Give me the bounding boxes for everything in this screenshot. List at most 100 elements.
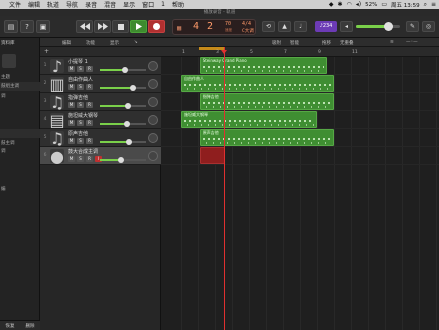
mute-button[interactable]: M xyxy=(68,102,75,108)
toolbar-button[interactable]: ▣ xyxy=(36,20,50,33)
track-volume-fader[interactable] xyxy=(100,85,146,91)
mute-button[interactable]: M xyxy=(68,156,75,162)
library-item[interactable]: 调 xyxy=(1,93,6,99)
menu-mix[interactable]: 混音 xyxy=(104,0,116,9)
library-item[interactable]: 鼓主调 xyxy=(1,140,15,146)
waveform-zoom-icon[interactable]: ≋ xyxy=(390,40,394,45)
pan-knob[interactable] xyxy=(148,115,158,125)
menu-record[interactable]: 录音 xyxy=(85,0,97,9)
add-track-icon[interactable]: + xyxy=(44,48,49,55)
timeline-ruler[interactable]: 1 3 5 7 9 11 xyxy=(161,47,439,57)
playhead[interactable] xyxy=(224,47,225,330)
audio-region[interactable] xyxy=(199,147,226,164)
menu-help[interactable]: 帮助 xyxy=(172,0,184,9)
pan-knob[interactable] xyxy=(148,133,158,143)
menu-one[interactable]: 1 xyxy=(161,1,165,8)
record-enable-button[interactable]: R xyxy=(86,120,93,126)
pan-knob[interactable] xyxy=(148,97,158,107)
snap-select[interactable]: 智能 xyxy=(290,40,299,46)
view-menu[interactable]: 显示 xyxy=(110,40,119,46)
battery-icon[interactable]: ▭ xyxy=(381,1,387,8)
track-volume-knob[interactable] xyxy=(124,103,131,109)
track-header[interactable]: 1 ♪ 小提琴 1 M S R xyxy=(40,57,161,76)
record-button[interactable] xyxy=(148,20,165,33)
track-volume-fader[interactable] xyxy=(100,121,146,127)
menu-view[interactable]: 显示 xyxy=(123,0,135,9)
loop-browser-button[interactable]: ◎ xyxy=(422,21,435,32)
piano-icon[interactable]: ▤ xyxy=(49,111,64,130)
menu-navigate[interactable]: 导航 xyxy=(66,0,78,9)
track-volume-fader[interactable] xyxy=(100,139,146,145)
revert-button[interactable]: 恢复 xyxy=(6,323,15,329)
delete-button[interactable]: 删除 xyxy=(26,323,35,329)
record-enable-button[interactable]: R xyxy=(86,84,93,90)
solo-button[interactable]: S xyxy=(77,138,84,144)
library-item[interactable]: 编 xyxy=(1,186,6,192)
rewind-button[interactable] xyxy=(76,20,93,33)
arrange-area[interactable]: 1 3 5 7 9 11 Steinway Grand Piano 自由作曲人 指弹吉他 施坦威… xyxy=(161,47,439,330)
guitar-icon[interactable]: ♫ xyxy=(50,129,64,148)
menu-edit[interactable]: 编辑 xyxy=(28,0,40,9)
track-volume-knob[interactable] xyxy=(122,67,129,73)
record-enable-button[interactable]: R xyxy=(86,102,93,108)
search-icon[interactable]: ⌕ xyxy=(424,1,427,9)
mute-button[interactable]: M xyxy=(68,120,75,126)
track-name[interactable]: 指弹吉他 xyxy=(68,94,88,101)
wifi-icon[interactable]: ◠ xyxy=(346,1,351,8)
track-volume-fader[interactable] xyxy=(100,157,146,163)
mute-button[interactable]: M xyxy=(68,84,75,90)
count-in-button[interactable]: ♪234 xyxy=(315,21,337,32)
solo-button[interactable]: S xyxy=(77,84,84,90)
track-volume-knob[interactable] xyxy=(130,85,137,91)
tuner-button[interactable]: ♩ xyxy=(294,21,307,32)
library-button[interactable]: ▤ xyxy=(4,20,18,33)
record-enable-button[interactable]: R xyxy=(86,138,93,144)
stop-button[interactable] xyxy=(112,20,129,33)
track-volume-fader[interactable] xyxy=(100,103,146,109)
library-item[interactable]: 鼓组主调 xyxy=(1,83,19,89)
solo-button[interactable]: S xyxy=(77,102,84,108)
pan-knob[interactable] xyxy=(148,151,158,161)
record-enable-button[interactable]: R xyxy=(86,66,93,72)
mute-button[interactable]: M xyxy=(68,66,75,72)
bluetooth-icon[interactable]: ✱ xyxy=(337,1,342,8)
mute-button[interactable]: M xyxy=(68,138,75,144)
track-header[interactable]: 5 ♫ 原声吉他 M S R xyxy=(40,129,161,148)
play-button[interactable] xyxy=(130,20,147,33)
track-name[interactable]: 鼓大合成主调 xyxy=(68,148,98,155)
track-name[interactable]: 施坦威大钢琴 xyxy=(68,112,98,119)
track-name[interactable]: 小提琴 1 xyxy=(68,58,88,65)
track-volume-knob[interactable] xyxy=(117,157,124,163)
solo-button[interactable]: S xyxy=(77,66,84,72)
forward-button[interactable] xyxy=(94,20,111,33)
menu-window[interactable]: 窗口 xyxy=(142,0,154,9)
violin-icon[interactable]: ♪ xyxy=(50,57,64,76)
functions-menu[interactable]: 功能 xyxy=(86,40,95,46)
keyboard-icon[interactable]: ▥ xyxy=(49,75,64,94)
menu-track[interactable]: 轨道 xyxy=(47,0,59,9)
midi-region[interactable]: 原声吉他 xyxy=(199,129,334,146)
playhead-handle[interactable] xyxy=(221,50,227,54)
midi-region[interactable]: 施坦威大钢琴 xyxy=(181,111,317,128)
pan-knob[interactable] xyxy=(148,79,158,89)
track-header[interactable]: 4 ▤ 施坦威大钢琴 M S R xyxy=(40,111,161,130)
library-item[interactable]: 调 xyxy=(1,148,6,154)
lcd-display[interactable]: ▦ 4 2 70 速度 4/4 C大调 xyxy=(172,19,256,35)
track-header[interactable]: 6 ● 鼓大合成主调 M S R I xyxy=(40,147,161,166)
solo-button[interactable]: S xyxy=(77,120,84,126)
battery-percent[interactable]: 52% xyxy=(365,2,377,8)
track-volume-knob[interactable] xyxy=(123,121,130,127)
menu-file[interactable]: 文件 xyxy=(9,0,21,9)
midi-region[interactable]: Steinway Grand Piano xyxy=(199,57,328,74)
guitar-icon[interactable]: ♫ xyxy=(50,93,64,112)
zoom-slider-icon[interactable]: —◦— xyxy=(406,40,418,45)
notepad-button[interactable]: ✎ xyxy=(406,21,419,32)
volume-icon[interactable]: ◂) xyxy=(356,1,361,8)
midi-region[interactable]: 自由作曲人 xyxy=(181,75,334,92)
dropbox-icon[interactable]: ◆ xyxy=(329,1,334,8)
track-name[interactable]: 原声吉他 xyxy=(68,130,88,137)
master-volume-slider[interactable] xyxy=(356,22,400,31)
edit-menu[interactable]: 编辑 xyxy=(62,40,71,46)
track-header[interactable]: 2 ▥ 自由作曲人 M S R xyxy=(40,75,161,94)
track-volume-knob[interactable] xyxy=(125,139,132,145)
